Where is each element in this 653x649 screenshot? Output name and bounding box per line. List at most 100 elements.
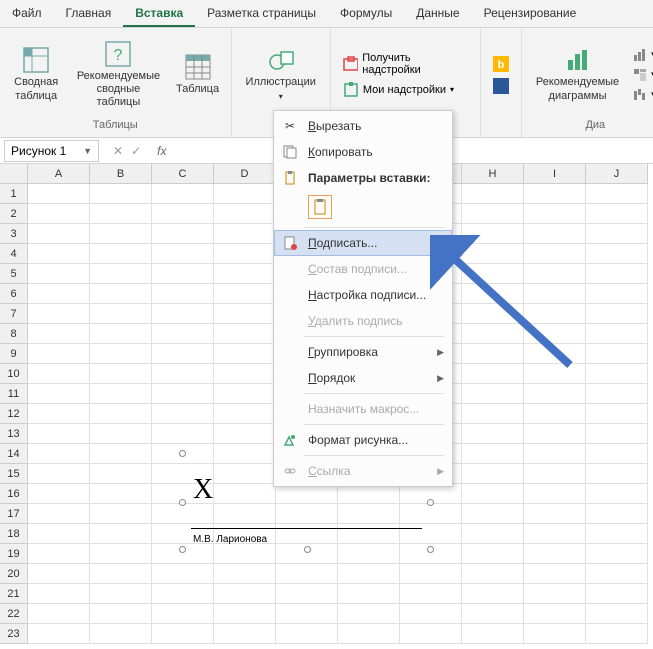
tab-data[interactable]: Данные xyxy=(404,0,471,27)
cell[interactable] xyxy=(90,184,152,204)
chart-type-2[interactable]: ▾ xyxy=(629,66,653,84)
cell[interactable] xyxy=(524,484,586,504)
cell[interactable] xyxy=(586,364,648,384)
cell[interactable] xyxy=(524,584,586,604)
people-graph-button[interactable] xyxy=(489,76,513,96)
cell[interactable] xyxy=(28,184,90,204)
cell[interactable] xyxy=(214,564,276,584)
cell[interactable] xyxy=(214,224,276,244)
cell[interactable] xyxy=(152,224,214,244)
cell[interactable] xyxy=(586,624,648,644)
cell[interactable] xyxy=(462,604,524,624)
table-button[interactable]: Таблица xyxy=(173,32,223,117)
cell[interactable] xyxy=(462,564,524,584)
ctx-sign[interactable]: Подписать... xyxy=(274,230,452,256)
cell[interactable] xyxy=(214,284,276,304)
tab-layout[interactable]: Разметка страницы xyxy=(195,0,328,27)
cell[interactable] xyxy=(28,624,90,644)
cell[interactable] xyxy=(90,404,152,424)
row-header[interactable]: 16 xyxy=(0,484,28,504)
cell[interactable] xyxy=(338,564,400,584)
row-header[interactable]: 18 xyxy=(0,524,28,544)
cell[interactable] xyxy=(90,604,152,624)
cell[interactable] xyxy=(28,284,90,304)
row-header[interactable]: 10 xyxy=(0,364,28,384)
cell[interactable] xyxy=(214,624,276,644)
illustrations-button[interactable]: Иллюстрации ▾ xyxy=(240,32,322,117)
cell[interactable] xyxy=(152,284,214,304)
cell[interactable] xyxy=(28,264,90,284)
pivot-table-button[interactable]: Сводная таблица xyxy=(8,32,64,117)
row-header[interactable]: 12 xyxy=(0,404,28,424)
row-header[interactable]: 3 xyxy=(0,224,28,244)
row-header[interactable]: 17 xyxy=(0,504,28,524)
cell[interactable] xyxy=(586,324,648,344)
col-header[interactable]: H xyxy=(462,164,524,184)
tab-file[interactable]: Файл xyxy=(0,0,54,27)
cell[interactable] xyxy=(152,364,214,384)
cell[interactable] xyxy=(338,604,400,624)
resize-handle[interactable] xyxy=(427,546,434,553)
cell[interactable] xyxy=(214,264,276,284)
cell[interactable] xyxy=(524,184,586,204)
cell[interactable] xyxy=(28,224,90,244)
col-header[interactable]: I xyxy=(524,164,586,184)
row-header[interactable]: 22 xyxy=(0,604,28,624)
cell[interactable] xyxy=(90,504,152,524)
cell[interactable] xyxy=(152,184,214,204)
cell[interactable] xyxy=(152,604,214,624)
cell[interactable] xyxy=(152,204,214,224)
get-addins-button[interactable]: Получить надстройки xyxy=(339,50,472,78)
cell[interactable] xyxy=(462,484,524,504)
cell[interactable] xyxy=(524,544,586,564)
cell[interactable] xyxy=(586,544,648,564)
cell[interactable] xyxy=(586,204,648,224)
cell[interactable] xyxy=(462,524,524,544)
cell[interactable] xyxy=(152,324,214,344)
cell[interactable] xyxy=(462,464,524,484)
row-header[interactable]: 6 xyxy=(0,284,28,304)
row-header[interactable]: 1 xyxy=(0,184,28,204)
cell[interactable] xyxy=(586,244,648,264)
col-header[interactable]: D xyxy=(214,164,276,184)
cell[interactable] xyxy=(152,384,214,404)
cell[interactable] xyxy=(152,564,214,584)
cell[interactable] xyxy=(28,344,90,364)
row-header[interactable]: 23 xyxy=(0,624,28,644)
ctx-format-picture[interactable]: Формат рисунка... xyxy=(274,427,452,453)
cell[interactable] xyxy=(524,624,586,644)
cell[interactable] xyxy=(90,204,152,224)
col-header[interactable]: A xyxy=(28,164,90,184)
cell[interactable] xyxy=(90,524,152,544)
row-header[interactable]: 9 xyxy=(0,344,28,364)
cell[interactable] xyxy=(586,264,648,284)
cell[interactable] xyxy=(524,564,586,584)
cell[interactable] xyxy=(28,244,90,264)
cell[interactable] xyxy=(90,304,152,324)
fx-label[interactable]: fx xyxy=(151,144,172,158)
cell[interactable] xyxy=(28,384,90,404)
recommended-charts-button[interactable]: Рекомендуемые диаграммы xyxy=(530,32,625,117)
tab-formulas[interactable]: Формулы xyxy=(328,0,404,27)
recommended-pivot-button[interactable]: ? Рекомендуемые сводные таблицы xyxy=(68,32,168,117)
cell[interactable] xyxy=(462,424,524,444)
cell[interactable] xyxy=(214,304,276,324)
cell[interactable] xyxy=(90,564,152,584)
cell[interactable] xyxy=(28,304,90,324)
cell[interactable] xyxy=(462,624,524,644)
cell[interactable] xyxy=(400,564,462,584)
cell[interactable] xyxy=(586,444,648,464)
cell[interactable] xyxy=(400,624,462,644)
cell[interactable] xyxy=(524,504,586,524)
cell[interactable] xyxy=(28,544,90,564)
cell[interactable] xyxy=(90,324,152,344)
row-header[interactable]: 14 xyxy=(0,444,28,464)
cell[interactable] xyxy=(214,324,276,344)
cell[interactable] xyxy=(524,384,586,404)
row-header[interactable]: 21 xyxy=(0,584,28,604)
row-header[interactable]: 15 xyxy=(0,464,28,484)
cell[interactable] xyxy=(152,424,214,444)
cell[interactable] xyxy=(28,584,90,604)
cell[interactable] xyxy=(586,304,648,324)
cell[interactable] xyxy=(90,284,152,304)
